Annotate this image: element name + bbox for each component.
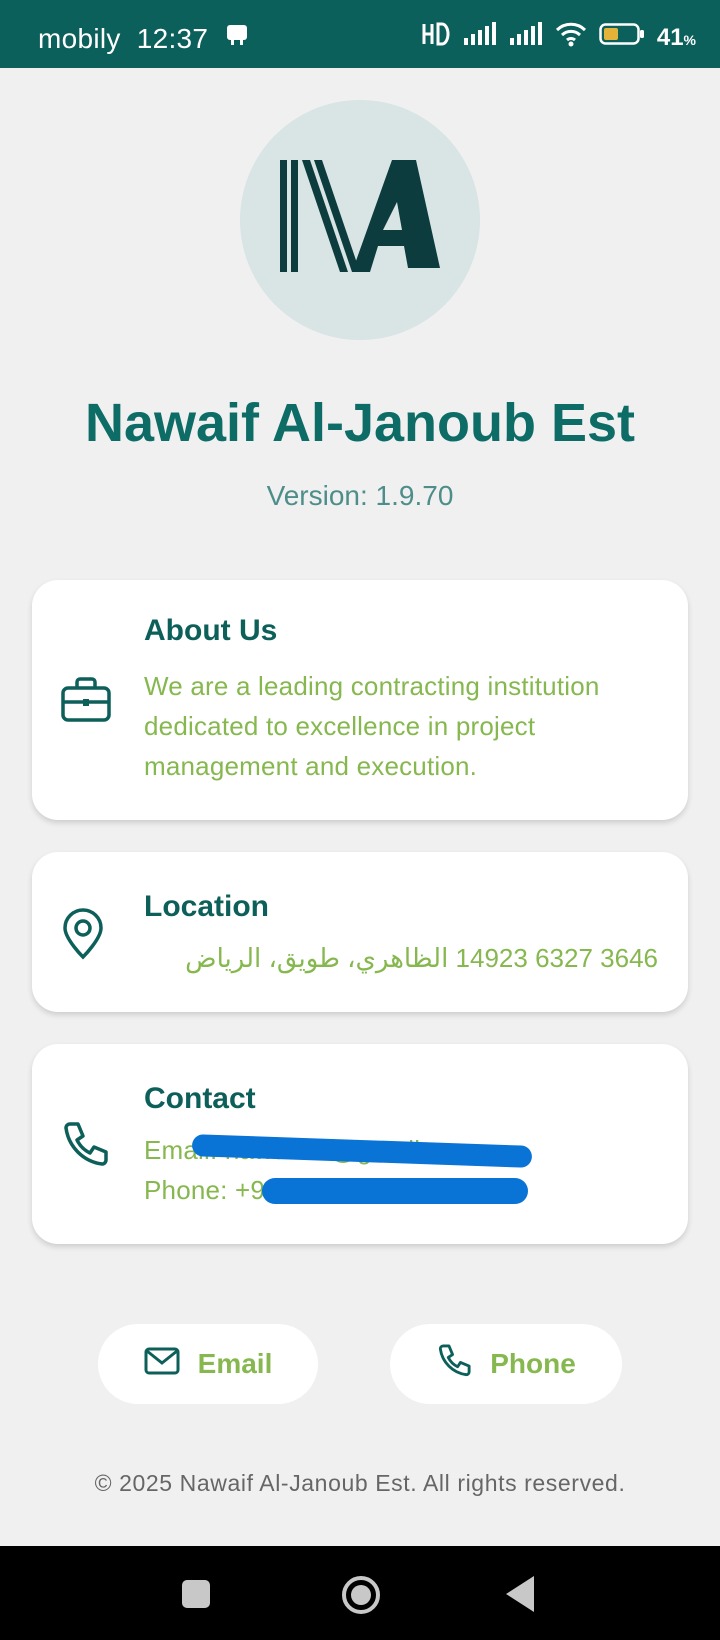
home-button[interactable] [342,1576,380,1614]
contact-card: Contact Email: nawafest@gmail.com Phone:… [32,1044,688,1244]
hd-voice-icon [421,20,451,55]
system-nav-bar [0,1546,720,1640]
notification-icon [224,22,250,55]
phone-button[interactable]: Phone [390,1324,622,1404]
status-right: 41% [421,20,696,55]
redaction-mark-phone [262,1178,528,1204]
location-title: Location [144,890,269,923]
battery-unit: % [683,31,696,48]
clock: 12:37 [136,22,209,54]
back-button[interactable] [506,1576,534,1612]
battery-percent: 41% [657,24,696,52]
copyright-footer: © 2025 Nawaif Al-Janoub Est. All rights … [94,1470,626,1496]
carrier-label: mobily [38,22,121,54]
about-title: About Us [144,614,278,647]
email-button-label: Email [197,1348,273,1379]
recent-apps-button[interactable] [182,1580,210,1608]
version-label: Version: 1.9.70 [266,480,454,511]
location-card: Location 3646 6327 14923 الظاهري، طويق، … [32,852,688,1012]
contact-title: Contact [144,1082,256,1115]
phone-call-icon [436,1343,472,1386]
about-body: We are a leading contracting institution… [144,671,600,781]
battery-icon [599,22,645,53]
phone-button-label: Phone [490,1348,576,1379]
about-card: About Us We are a leading contracting in… [32,580,688,820]
signal-1-icon [463,22,497,53]
location-address: 3646 6327 14923 الظاهري، طويق، الرياض [185,943,658,973]
battery-value: 41 [656,23,684,51]
signal-2-icon [509,22,543,53]
wifi-icon [555,21,587,54]
briefcase-icon [60,676,112,729]
status-left: mobily 12:37 [38,22,250,55]
company-logo [240,100,480,340]
status-bar: mobily 12:37 41% [0,0,720,68]
page-title: Nawaif Al-Janoub Est [84,393,636,453]
phone-icon [60,1120,110,1175]
email-button[interactable]: Email [98,1324,318,1404]
location-pin-icon [60,908,106,965]
mail-icon [144,1346,180,1383]
logo-mark-icon [280,160,440,272]
